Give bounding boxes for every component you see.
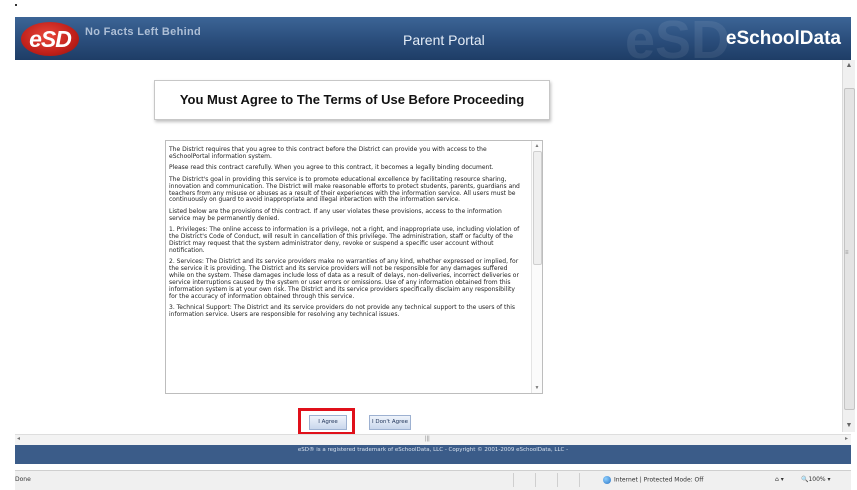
terms-scroll-up-icon[interactable]: ▲	[532, 143, 542, 149]
terms-paragraph: The District requires that you agree to …	[169, 146, 487, 160]
terms-paragraph: 1. Privileges: The online access to info…	[169, 226, 520, 254]
page-vertical-scrollbar[interactable]: ▲ ≡ ▼	[842, 60, 855, 432]
scroll-up-arrow-icon[interactable]: ▲	[843, 60, 855, 72]
scroll-left-arrow-icon[interactable]: ◂	[17, 435, 20, 442]
status-divider	[557, 473, 558, 487]
footer-copyright: eSD® is a registered trademark of eSchoo…	[297, 447, 569, 453]
hscroll-grip-icon: |||	[425, 436, 430, 442]
terms-textarea[interactable]: The District requires that you agree to …	[165, 140, 543, 394]
agree-button[interactable]: I Agree	[309, 415, 347, 430]
globe-icon	[603, 476, 611, 484]
tagline: No Facts Left Behind	[85, 26, 202, 38]
terms-text: The District requires that you agree to …	[169, 146, 521, 324]
scroll-right-arrow-icon[interactable]: ▸	[845, 435, 848, 442]
portal-title: Parent Portal	[403, 32, 485, 48]
page-heading: You Must Agree to The Terms of Use Befor…	[179, 92, 525, 107]
security-zone-label: Internet | Protected Mode: Off	[614, 476, 704, 484]
header-banner: eSD eSD No Facts Left Behind Parent Port…	[15, 17, 851, 60]
status-divider	[513, 473, 514, 487]
terms-paragraph: 3. Technical Support: The District and i…	[169, 304, 515, 319]
zoom-control[interactable]: 🔍100% ▾	[801, 476, 831, 483]
terms-paragraph: The District's goal in providing this se…	[169, 175, 520, 204]
scroll-grip-icon: ≡	[845, 250, 849, 256]
terms-paragraph: Listed below are the provisions of this …	[169, 207, 502, 222]
terms-scroll-thumb[interactable]	[533, 151, 542, 265]
zoom-value: 100%	[808, 476, 826, 483]
status-divider	[579, 473, 580, 487]
protected-mode-icon[interactable]: ⌂ ▾	[775, 476, 784, 483]
page-heading-box: You Must Agree to The Terms of Use Befor…	[154, 80, 550, 120]
status-text: Done	[15, 476, 31, 483]
brand-name: eSchoolData	[725, 28, 841, 49]
banner-watermark: eSD	[625, 17, 731, 60]
terms-scrollbar[interactable]: ▲ ▼	[531, 141, 542, 393]
terms-paragraph: 2. Services: The District and its servic…	[169, 258, 519, 300]
stray-dot	[15, 4, 17, 6]
security-zone[interactable]: Internet | Protected Mode: Off	[603, 476, 703, 484]
scroll-down-arrow-icon[interactable]: ▼	[843, 420, 855, 432]
terms-paragraph: Please read this contract carefully. Whe…	[169, 164, 494, 172]
browser-status-bar: Done Internet | Protected Mode: Off ⌂ ▾ …	[15, 470, 851, 490]
scroll-thumb[interactable]	[844, 88, 855, 410]
footer: eSD® is a registered trademark of eSchoo…	[15, 445, 851, 464]
esd-logo: eSD	[21, 22, 79, 56]
status-divider	[535, 473, 536, 487]
terms-scroll-down-icon[interactable]: ▼	[532, 385, 542, 391]
disagree-button[interactable]: I Don't Agree	[369, 415, 411, 430]
